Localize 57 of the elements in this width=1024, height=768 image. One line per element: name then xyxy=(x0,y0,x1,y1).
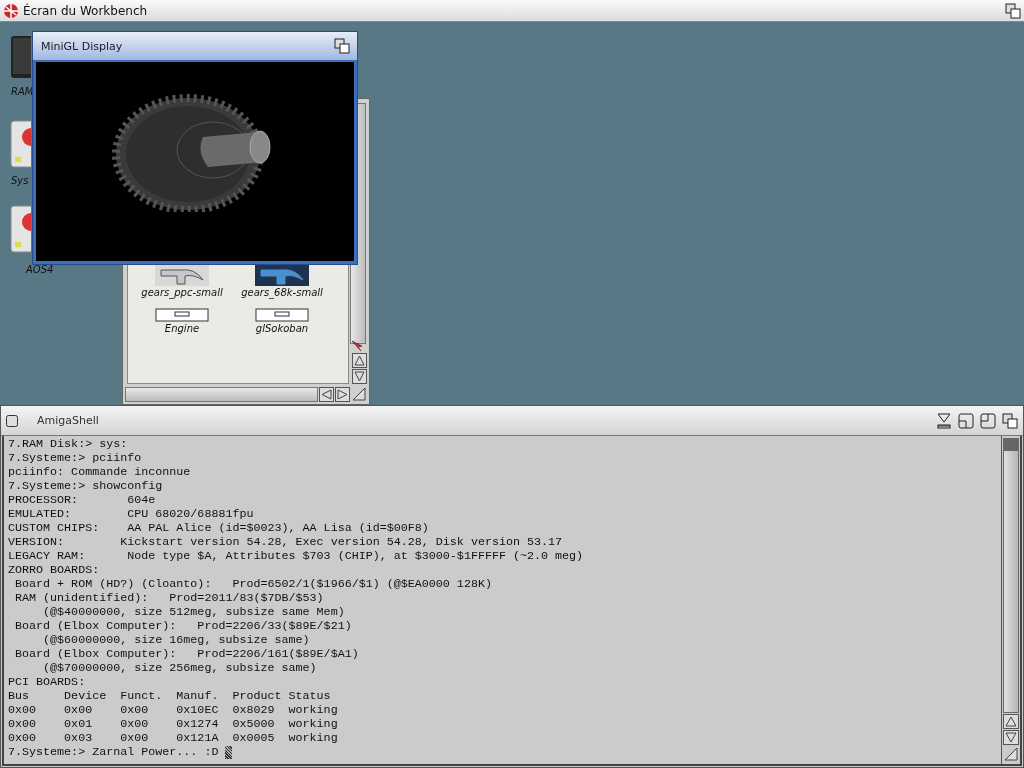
scroll-up-arrow-icon[interactable] xyxy=(1003,714,1019,729)
text-cursor xyxy=(225,745,233,759)
hammer-icon[interactable] xyxy=(155,264,209,286)
console-line: EMULATED: CPU 68020/68881fpu xyxy=(8,507,255,521)
console-line: RAM (unidentified): Prod=2011/83($7DB/$53) xyxy=(14,591,325,605)
console-line: Board + ROM (HD?) (Cloanto): Prod=6502/1($1966/$1) (@$EA0000 128K) xyxy=(14,577,493,591)
desktop-icon-label[interactable]: RAM xyxy=(11,86,34,97)
console-line: CUSTOM CHIPS: AA PAL Alice (id=$0023), AA Lisa (id=$00F8) xyxy=(8,521,430,535)
depth-gadget-icon[interactable] xyxy=(1005,2,1021,19)
console-line: pciinfo: Commande inconnue xyxy=(8,465,192,479)
resize-gadget-icon[interactable] xyxy=(1003,746,1019,762)
console-line: VERSION: Kickstart version 54.28, Exec version 54.28, Disk version 53.17 xyxy=(8,535,564,549)
window-title: AmigaShell xyxy=(37,414,99,427)
scroll-right-arrow-icon[interactable] xyxy=(335,386,350,402)
console-line: (@$70000000, size 256meg, subsize same) xyxy=(42,661,318,675)
console-line: (@$60000000, size 16meg, subsize same) xyxy=(42,633,311,647)
scroll-down-arrow-icon[interactable] xyxy=(1003,730,1019,745)
window-title: MiniGL Display xyxy=(41,39,123,53)
console-line: 7.Systeme:> pciinfo xyxy=(8,451,143,465)
console-line: PROCESSOR: 604e xyxy=(8,493,157,507)
ball-logo-icon xyxy=(3,2,19,19)
minimize-icon[interactable] xyxy=(957,411,975,430)
screen-title: Écran du Workbench xyxy=(23,3,148,18)
scroll-up-arrow-icon[interactable] xyxy=(352,353,367,368)
iconify-gadget-icon[interactable] xyxy=(935,411,953,430)
console-line: PCI BOARDS: xyxy=(8,675,87,689)
drawer-icon-label[interactable]: gears_68k-small xyxy=(241,287,323,298)
depth-gadget-icon[interactable] xyxy=(334,38,350,54)
drawer-icon-label[interactable]: Engine xyxy=(164,323,200,334)
drawer-icon-label[interactable]: gears_ppc-small xyxy=(141,287,223,298)
close-icon[interactable] xyxy=(5,413,19,428)
console-line: ZORRO BOARDS: xyxy=(8,563,101,577)
horizontal-scrollbar[interactable] xyxy=(125,386,318,402)
resize-gadget-icon[interactable] xyxy=(351,386,367,402)
console-line: 7.Systeme:> showconfig xyxy=(8,479,164,493)
console-line: 0x00 0x00 0x00 0x10EC 0x8029 working xyxy=(8,703,339,717)
console-line: Board (Elbox Computer): Prod=2206/33($89E/$21) xyxy=(14,619,353,633)
console-line: 7.RAM Disk:> sys: xyxy=(8,437,129,451)
hammer-icon[interactable] xyxy=(255,264,309,286)
scroll-left-arrow-icon[interactable] xyxy=(319,386,334,402)
vertical-scrollbar[interactable] xyxy=(1003,438,1019,713)
depth-gadget-icon[interactable] xyxy=(1001,411,1019,430)
mouse-pointer-icon xyxy=(351,340,363,352)
desktop-icon-label[interactable]: AOS4 xyxy=(26,264,54,275)
desktop-icon-label[interactable]: Sys xyxy=(11,175,29,186)
maximize-icon[interactable] xyxy=(979,411,997,430)
scroll-down-arrow-icon[interactable] xyxy=(352,369,367,384)
program-icon[interactable] xyxy=(255,308,309,322)
console-line: (@$40000000, size 512meg, subsize same Mem) xyxy=(42,605,346,619)
console-line: Bus Device Funct. Manuf. Product Status xyxy=(8,689,332,703)
program-icon[interactable] xyxy=(155,308,209,322)
console-line: LEGACY RAM: Node type $A, Attributes $703 (CHIP), at $3000-$1FFFFF (~2.0 meg) xyxy=(8,549,585,563)
console-line: 0x00 0x03 0x00 0x121A 0x0005 working xyxy=(8,731,339,745)
drawer-icon-label[interactable]: glSokoban xyxy=(255,323,309,334)
console-line: 0x00 0x01 0x00 0x1274 0x5000 working xyxy=(8,717,339,731)
console-prompt: 7.Systeme:> Zarnal Power... :D xyxy=(8,745,219,759)
console-line: Board (Elbox Computer): Prod=2206/161($89E/$A1) xyxy=(14,647,360,661)
